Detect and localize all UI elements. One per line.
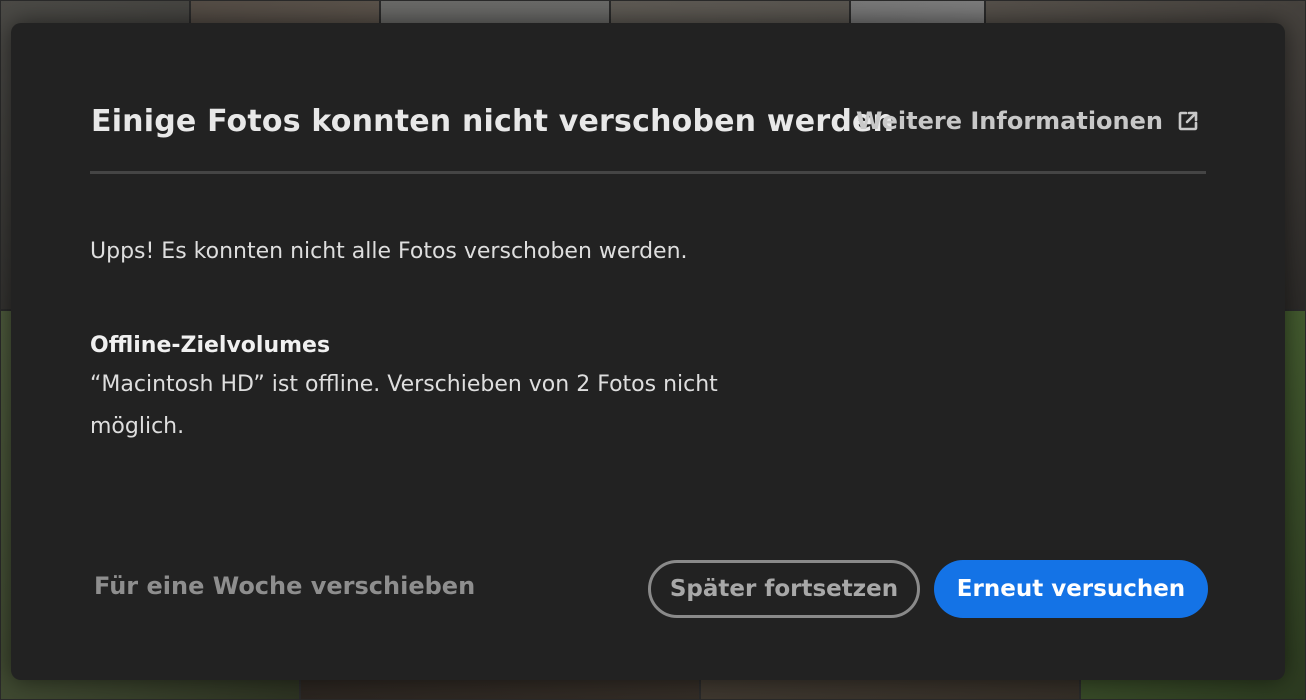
- postpone-week-button[interactable]: Für eine Woche verschieben: [94, 569, 475, 603]
- continue-later-button[interactable]: Später fortsetzen: [648, 560, 920, 618]
- offline-volumes-heading: Offline-Zielvolumes: [90, 333, 331, 358]
- dialog-title: Einige Fotos konnten nicht verschoben we…: [91, 104, 895, 139]
- offline-volumes-detail: “Macintosh HD” ist offline. Verschieben …: [90, 372, 718, 439]
- more-info-label: Weitere Informationen: [856, 107, 1163, 135]
- more-info-link[interactable]: Weitere Informationen: [856, 105, 1199, 137]
- error-message: Upps! Es konnten nicht alle Fotos versch…: [90, 239, 688, 264]
- move-error-dialog: Einige Fotos konnten nicht verschoben we…: [11, 23, 1285, 680]
- retry-button[interactable]: Erneut versuchen: [934, 560, 1208, 618]
- external-link-icon: [1177, 110, 1199, 132]
- title-divider: [90, 171, 1206, 174]
